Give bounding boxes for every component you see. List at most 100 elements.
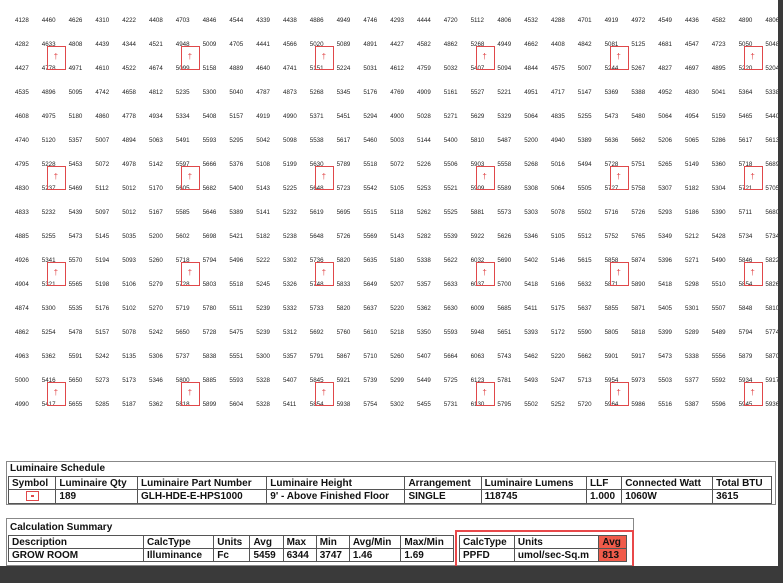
- grid-value: 5569: [363, 233, 378, 240]
- grid-value: 5637: [363, 305, 378, 312]
- grid-value: 5538: [309, 137, 324, 144]
- grid-value: 5271: [443, 113, 458, 120]
- fixture-crosshair-icon: †: [321, 52, 327, 61]
- grid-value: 5833: [336, 281, 351, 288]
- grid-value: 5848: [738, 305, 753, 312]
- grid-value: 5102: [122, 305, 136, 312]
- grid-value: 5758: [631, 185, 646, 192]
- luminaire-fixture-icon: †: [475, 46, 495, 70]
- grid-value: 5338: [685, 353, 699, 360]
- grid-value: 5328: [256, 377, 270, 384]
- grid-value: 5752: [604, 233, 619, 240]
- grid-value: 4889: [229, 65, 244, 72]
- grid-value: 5700: [497, 281, 512, 288]
- grid-value: 4444: [417, 17, 431, 24]
- grid-value: 4535: [15, 89, 29, 96]
- grid-value: 5362: [417, 305, 431, 312]
- grid-value: 5774: [765, 329, 778, 336]
- grid-value: 5105: [551, 233, 565, 240]
- calc-header-avg-min: Avg/Min: [348, 535, 402, 549]
- grid-value: 5473: [658, 353, 672, 360]
- grid-value: 4640: [256, 65, 270, 72]
- grid-value: 5307: [658, 185, 672, 192]
- header-part-number: Luminaire Part Number: [137, 476, 268, 490]
- grid-value: 5506: [443, 161, 458, 168]
- grid-value: 6009: [470, 305, 485, 312]
- header-watt: Connected Watt: [621, 476, 714, 490]
- grid-value: 5332: [283, 305, 297, 312]
- grid-value: 5041: [711, 89, 726, 96]
- grid-value: 5294: [363, 113, 378, 120]
- fixture-crosshair-icon: †: [616, 268, 621, 277]
- grid-value: 5570: [68, 257, 83, 264]
- grid-value: 5260: [149, 257, 163, 264]
- grid-value: 5494: [577, 161, 592, 168]
- grid-value: 4806: [497, 17, 512, 24]
- grid-value: 5147: [577, 89, 592, 96]
- fixture-crosshair-icon: †: [53, 52, 59, 61]
- grid-value: 4681: [658, 41, 672, 48]
- grid-value: 4439: [95, 41, 110, 48]
- grid-value: 5125: [631, 41, 646, 48]
- grid-value: 5781: [497, 377, 512, 384]
- grid-value: 5805: [604, 329, 619, 336]
- grid-value: 5521: [443, 185, 458, 192]
- grid-value: 4975: [41, 113, 56, 120]
- value-arrangement: SINGLE: [404, 489, 482, 504]
- value-part-number: GLH-HDE-E-HPS1000: [137, 489, 268, 504]
- grid-value: 5617: [738, 137, 753, 144]
- grid-value: 5239: [256, 329, 270, 336]
- grid-value: 5142: [149, 161, 163, 168]
- grid-value: 5362: [149, 401, 163, 408]
- grid-value: 5407: [283, 377, 297, 384]
- calc-value-description: GROW ROOM: [8, 548, 144, 562]
- grid-value: 4566: [283, 41, 297, 48]
- grid-value: 5170: [149, 185, 163, 192]
- grid-value: 4787: [256, 89, 270, 96]
- calc-header-min: Min: [315, 535, 350, 549]
- grid-value: 5187: [122, 401, 136, 408]
- grid-value: 5408: [202, 113, 217, 120]
- grid-value: 5692: [309, 329, 324, 336]
- luminaire-fixture-icon: †: [743, 262, 763, 286]
- grid-value: 5820: [336, 257, 351, 264]
- grid-value: 5810: [765, 305, 778, 312]
- grid-value: 4544: [229, 17, 244, 24]
- grid-value: 4812: [149, 89, 163, 96]
- grid-value: 5720: [577, 401, 592, 408]
- grid-value: 5899: [202, 401, 217, 408]
- grid-value: 5369: [604, 89, 619, 96]
- grid-value: 5626: [497, 233, 512, 240]
- grid-value: 5462: [524, 353, 538, 360]
- fixture-crosshair-icon: †: [616, 388, 621, 397]
- luminaire-schedule-header-row: Symbol Luminaire Qty Luminaire Part Numb…: [7, 476, 772, 490]
- grid-value: 5698: [202, 233, 217, 240]
- luminaire-fixture-icon: †: [46, 166, 66, 190]
- grid-value: 4990: [283, 113, 297, 120]
- grid-value: 5338: [417, 257, 431, 264]
- grid-value: 5716: [604, 209, 619, 216]
- grid-value: 5389: [577, 137, 592, 144]
- luminaire-fixture-icon: †: [314, 262, 334, 286]
- luminaire-fixture-icon: †: [475, 262, 495, 286]
- luminaire-fixture-icon: †: [475, 382, 495, 406]
- grid-value: 5252: [551, 401, 565, 408]
- grid-value: 4954: [685, 113, 699, 120]
- grid-value: 4894: [122, 137, 136, 144]
- grid-value: 4720: [443, 17, 458, 24]
- grid-value: 5820: [336, 305, 351, 312]
- luminaire-fixture-icon: †: [609, 382, 629, 406]
- grid-value: 5713: [577, 377, 592, 384]
- grid-value: 4862: [443, 41, 458, 48]
- luminaire-fixture-icon: †: [180, 262, 200, 286]
- grid-value: 5226: [417, 161, 431, 168]
- grid-value: 5357: [68, 137, 83, 144]
- fixture-crosshair-icon: †: [750, 388, 755, 397]
- grid-value: 5268: [524, 161, 538, 168]
- grid-value: 5389: [229, 209, 244, 216]
- grid-value: 5664: [443, 353, 458, 360]
- grid-value: 4575: [551, 65, 565, 72]
- grid-value: 5602: [175, 233, 190, 240]
- grid-value: 5525: [443, 209, 458, 216]
- grid-value: 5106: [122, 281, 136, 288]
